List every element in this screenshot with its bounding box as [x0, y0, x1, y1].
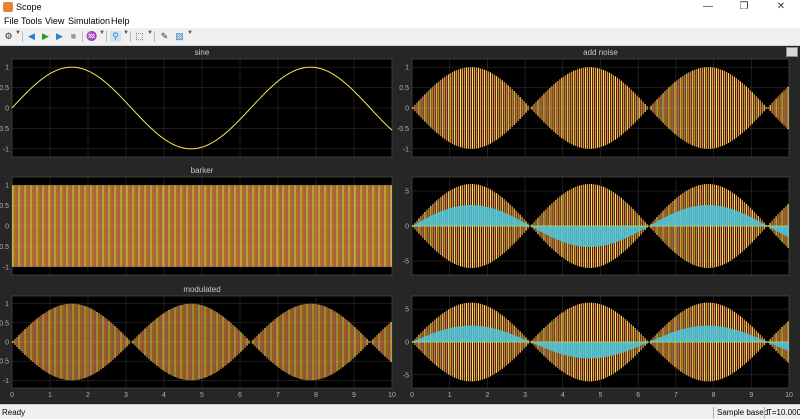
y-tick-label: 0 — [405, 224, 409, 231]
chevron-down-icon[interactable]: ▼ — [15, 30, 21, 36]
x-tick-label: 9 — [749, 392, 753, 399]
menu-simulation[interactable]: Simulation — [68, 16, 110, 26]
x-tick-label: 8 — [712, 392, 716, 399]
y-tick-label: -5 — [403, 372, 409, 379]
toolbar-divider — [154, 31, 155, 42]
plot-area: -1 -0.5 0 0.5 1 sine -1 -0.5 0 0.5 1 add noise -1 -0.… — [0, 48, 793, 399]
x-tick-label: 2 — [86, 392, 90, 399]
status-text: Ready — [2, 408, 26, 417]
y-tick-label: 1 — [405, 65, 409, 72]
toolbar-divider — [130, 31, 131, 42]
x-tick-label: 10 — [388, 392, 396, 399]
app-icon — [3, 2, 13, 12]
y-tick-label: 0 — [5, 224, 9, 231]
x-tick-label: 1 — [48, 392, 52, 399]
x-tick-label: 3 — [124, 392, 128, 399]
status-divider — [713, 407, 714, 418]
y-tick-label: 1 — [5, 65, 9, 72]
y-tick-label: 0.5 — [0, 203, 9, 210]
undock-icon[interactable] — [786, 47, 798, 57]
y-tick-label: -1 — [403, 146, 409, 153]
y-tick-label: -5 — [403, 259, 409, 266]
plot-title: sine — [195, 48, 210, 57]
y-tick-label: 0.5 — [0, 320, 9, 327]
step-back-icon[interactable]: ◀ — [26, 31, 37, 42]
title-bar: Scope — ❐ ✕ — [0, 0, 800, 14]
x-tick-label: 9 — [352, 392, 356, 399]
y-tick-label: 1 — [5, 183, 9, 190]
triggers-icon[interactable]: ♒ — [86, 31, 97, 42]
sample-mode: Sample based — [717, 408, 769, 417]
y-tick-label: -0.5 — [0, 126, 9, 133]
settings-icon[interactable]: ⚙ — [3, 31, 14, 42]
status-divider — [764, 407, 765, 418]
menu-tools[interactable]: Tools — [21, 16, 42, 26]
y-tick-label: 5 — [405, 189, 409, 196]
x-tick-label: 0 — [410, 392, 414, 399]
chevron-down-icon[interactable]: ▼ — [99, 30, 105, 36]
y-tick-label: -0.5 — [0, 359, 9, 366]
x-tick-label: 1 — [448, 392, 452, 399]
scope-canvas: -1 -0.5 0 0.5 1 sine -1 -0.5 0 0.5 1 add noise -1 -0.… — [0, 46, 800, 404]
plot-title: add noise — [583, 48, 618, 57]
y-tick-label: 0 — [5, 340, 9, 347]
plot-title: barker — [191, 166, 214, 175]
x-tick-label: 10 — [785, 392, 793, 399]
menu-help[interactable]: Help — [111, 16, 130, 26]
step-forward-icon[interactable]: ▶ — [54, 31, 65, 42]
menu-bar: File Tools View Simulation Help — [0, 14, 800, 28]
scale-axes-icon[interactable]: ⬚ — [134, 31, 145, 42]
restore-button[interactable]: ❐ — [726, 0, 762, 14]
x-tick-label: 0 — [10, 392, 14, 399]
chevron-down-icon[interactable]: ▼ — [187, 30, 193, 36]
x-tick-label: 7 — [674, 392, 678, 399]
toolbar-divider — [22, 31, 23, 42]
menu-view[interactable]: View — [45, 16, 64, 26]
y-tick-label: 0.5 — [0, 85, 9, 92]
sim-time: T=10.000 — [767, 408, 800, 417]
close-button[interactable]: ✕ — [763, 0, 799, 14]
x-tick-label: 6 — [238, 392, 242, 399]
y-tick-label: 1 — [5, 301, 9, 308]
y-tick-label: 0 — [405, 340, 409, 347]
y-tick-label: -1 — [3, 378, 9, 385]
x-tick-label: 3 — [523, 392, 527, 399]
plot-title: modulated — [183, 285, 220, 294]
y-tick-label: 0 — [405, 106, 409, 113]
stop-icon[interactable]: ■ — [68, 31, 79, 42]
y-tick-label: -0.5 — [397, 126, 409, 133]
x-tick-label: 5 — [200, 392, 204, 399]
chevron-down-icon[interactable]: ▼ — [147, 30, 153, 36]
y-tick-label: 5 — [405, 307, 409, 314]
x-tick-label: 6 — [636, 392, 640, 399]
y-tick-label: 0 — [5, 106, 9, 113]
minimize-button[interactable]: — — [690, 0, 726, 14]
toolbar-divider — [106, 31, 107, 42]
y-tick-label: -1 — [3, 146, 9, 153]
window-title: Scope — [16, 2, 42, 12]
run-icon[interactable]: ▶ — [40, 31, 51, 42]
x-tick-label: 4 — [561, 392, 565, 399]
zoom-icon[interactable]: ⚲ — [110, 31, 121, 42]
x-tick-label: 7 — [276, 392, 280, 399]
highlight-icon[interactable]: ▨ — [174, 31, 185, 42]
y-tick-label: 0.5 — [399, 85, 409, 92]
x-tick-label: 2 — [485, 392, 489, 399]
menu-file[interactable]: File — [4, 16, 19, 26]
chevron-down-icon[interactable]: ▼ — [123, 30, 129, 36]
y-tick-label: -0.5 — [0, 244, 9, 251]
toolbar-divider — [82, 31, 83, 42]
style-icon[interactable]: ✎ — [159, 31, 170, 42]
x-tick-label: 5 — [599, 392, 603, 399]
status-bar: Ready Sample based T=10.000 — [0, 404, 800, 419]
toolbar: ⚙ ▼ ◀ ▶ ▶ ■ ♒ ▼ ⚲ ▼ ⬚ ▼ ✎ ▨ ▼ — [0, 28, 800, 46]
y-tick-label: -1 — [3, 264, 9, 271]
x-tick-label: 8 — [314, 392, 318, 399]
x-tick-label: 4 — [162, 392, 166, 399]
